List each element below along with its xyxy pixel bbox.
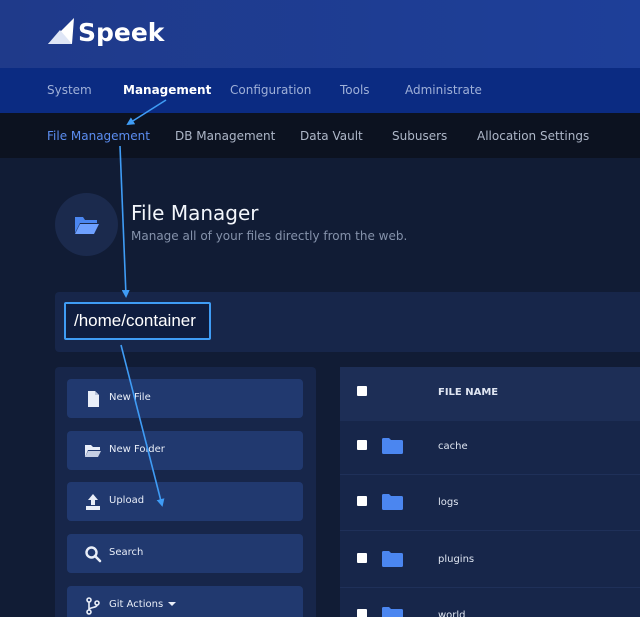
- upload-label: Upload: [109, 495, 145, 506]
- caret-down-icon: [168, 602, 177, 606]
- row-checkbox[interactable]: [357, 553, 367, 563]
- row-divider: [340, 474, 640, 475]
- file-icon: [88, 391, 99, 407]
- nav-item-tools[interactable]: Tools: [340, 83, 370, 97]
- main-nav: System Management Configuration Tools Ad…: [0, 68, 640, 113]
- nav-item-administrate[interactable]: Administrate: [405, 83, 482, 97]
- brand-bar: Speek: [0, 0, 640, 68]
- nav-item-system[interactable]: System: [47, 83, 92, 97]
- new-file-button[interactable]: New File: [67, 379, 303, 418]
- folder-icon: [382, 438, 403, 454]
- sub-nav: File Management DB Management Data Vault…: [0, 113, 640, 158]
- logo[interactable]: Speek: [46, 16, 164, 48]
- nav-item-configuration[interactable]: Configuration: [230, 83, 311, 97]
- row-checkbox[interactable]: [357, 496, 367, 506]
- new-folder-button[interactable]: New Folder: [67, 431, 303, 470]
- row-checkbox[interactable]: [357, 440, 367, 450]
- subnav-item-file-management[interactable]: File Management: [47, 129, 150, 143]
- folder-icon: [382, 607, 403, 617]
- page-icon-circle: [55, 193, 118, 256]
- subnav-item-subusers[interactable]: Subusers: [392, 129, 447, 143]
- file-name-cache[interactable]: cache: [438, 441, 468, 452]
- upload-icon: [86, 494, 100, 510]
- upload-button[interactable]: Upload: [67, 482, 303, 521]
- file-name-world[interactable]: world: [438, 610, 466, 617]
- select-all-checkbox[interactable]: [357, 386, 367, 396]
- new-file-label: New File: [109, 392, 151, 403]
- file-name-plugins[interactable]: plugins: [438, 554, 474, 565]
- row-divider: [340, 587, 640, 588]
- row-divider: [340, 530, 640, 531]
- file-name-logs[interactable]: logs: [438, 497, 458, 508]
- git-actions-label: Git Actions: [109, 599, 177, 610]
- search-button[interactable]: Search: [67, 534, 303, 573]
- subnav-item-db-management[interactable]: DB Management: [175, 129, 275, 143]
- subnav-item-allocation-settings[interactable]: Allocation Settings: [477, 129, 589, 143]
- logo-triangle-icon: [48, 18, 74, 44]
- search-label: Search: [109, 547, 144, 558]
- brand-name: Speek: [78, 17, 165, 47]
- new-folder-label: New Folder: [109, 444, 165, 455]
- subnav-item-data-vault[interactable]: Data Vault: [300, 129, 363, 143]
- folder-icon: [382, 551, 403, 567]
- nav-item-management[interactable]: Management: [123, 83, 211, 97]
- git-actions-button[interactable]: Git Actions: [67, 586, 303, 617]
- folder-open-icon: [74, 216, 99, 234]
- file-name-column-header[interactable]: FILE NAME: [438, 387, 498, 398]
- page-title: File Manager: [131, 201, 259, 225]
- page-subtitle: Manage all of your files directly from t…: [131, 229, 408, 243]
- search-icon: [85, 546, 102, 563]
- path-input[interactable]: /home/container: [64, 302, 211, 340]
- folder-icon: [382, 494, 403, 510]
- folder-open-icon: [85, 445, 101, 457]
- git-branch-icon: [86, 597, 100, 615]
- row-checkbox[interactable]: [357, 609, 367, 617]
